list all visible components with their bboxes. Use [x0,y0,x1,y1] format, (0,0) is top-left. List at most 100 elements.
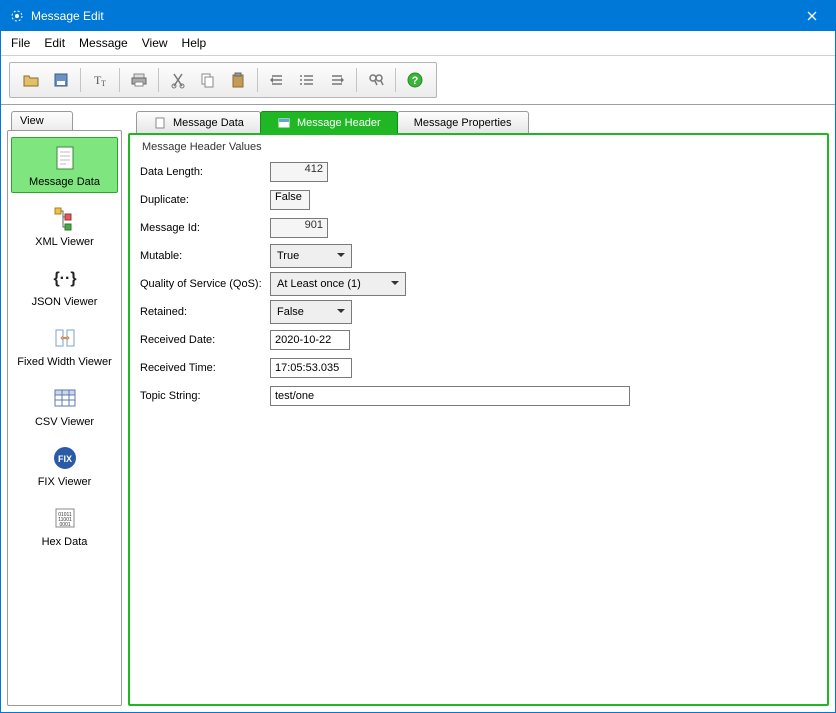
row-mutable: Mutable: True [140,243,817,269]
toolbar: TT ? [1,56,835,105]
save-file-icon[interactable] [46,66,76,94]
titlebar: Message Edit [1,1,835,31]
close-button[interactable] [789,1,835,31]
row-duplicate: Duplicate: False [140,187,817,213]
window-title: Message Edit [31,9,789,23]
label-topic-string: Topic String: [140,390,270,402]
row-data-length: Data Length: 412 [140,159,817,185]
row-qos: Quality of Service (QoS): At Least once … [140,271,817,297]
menubar: File Edit Message View Help [1,31,835,56]
sidebar-item-message-data[interactable]: Message Data [11,137,118,193]
tab-label: Message Data [173,117,244,129]
app-icon [9,8,25,24]
sidebar-item-label: CSV Viewer [35,416,94,428]
row-message-id: Message Id: 901 [140,215,817,241]
group-label: Message Header Values [142,141,817,153]
sidebar-item-label: FIX Viewer [38,476,92,488]
tab-message-data[interactable]: Message Data [136,111,261,133]
fixed-width-icon [49,322,81,354]
sidebar-item-label: JSON Viewer [32,296,98,308]
cut-icon[interactable] [163,66,193,94]
row-topic-string: Topic String: [140,383,817,409]
sidebar-item-label: XML Viewer [35,236,94,248]
help-icon[interactable]: ? [400,66,430,94]
value-data-length: 412 [270,162,328,182]
font-icon[interactable]: TT [85,66,115,94]
open-file-icon[interactable] [16,66,46,94]
menu-help[interactable]: Help [176,35,213,51]
select-mutable[interactable]: True [270,244,352,268]
menu-message[interactable]: Message [73,35,134,51]
find-icon[interactable] [361,66,391,94]
menu-view[interactable]: View [136,35,174,51]
svg-text:{··}: {··} [53,270,76,287]
copy-icon[interactable] [193,66,223,94]
tab-label: Message Header [297,117,381,129]
label-duplicate: Duplicate: [140,194,270,206]
view-tab[interactable]: View [11,111,73,130]
view-body: Message Data XML Viewer {··} JSON Viewer… [7,130,122,706]
input-topic-string[interactable] [270,386,630,406]
sidebar-item-fixed-width-viewer[interactable]: Fixed Width Viewer [11,317,118,373]
label-retained: Retained: [140,306,270,318]
print-icon[interactable] [124,66,154,94]
svg-text:FIX: FIX [57,454,71,464]
select-retained-value: False [277,306,304,318]
list-icon[interactable] [292,66,322,94]
label-qos: Quality of Service (QoS): [140,278,270,290]
xml-tree-icon [49,202,81,234]
label-received-time: Received Time: [140,362,270,374]
toolbar-separator [257,68,258,92]
indent-right-icon[interactable] [322,66,352,94]
svg-text:0001: 0001 [59,522,70,528]
toolbar-separator [158,68,159,92]
toolbar-separator [356,68,357,92]
body: View Message Data XML Viewer {··} JSON V… [1,105,835,712]
svg-text:T: T [101,79,106,88]
sidebar-item-xml-viewer[interactable]: XML Viewer [11,197,118,253]
sidebar-item-fix-viewer[interactable]: FIX FIX Viewer [11,437,118,493]
label-message-id: Message Id: [140,222,270,234]
select-retained[interactable]: False [270,300,352,324]
hex-binary-icon: 01011110010001 [49,502,81,534]
input-received-date[interactable] [270,330,350,350]
sidebar-item-csv-viewer[interactable]: CSV Viewer [11,377,118,433]
sidebar-item-json-viewer[interactable]: {··} JSON Viewer [11,257,118,313]
select-qos[interactable]: At Least once (1) [270,272,406,296]
toolbar-separator [119,68,120,92]
toolbar-inner: TT ? [9,62,437,98]
menu-edit[interactable]: Edit [38,35,71,51]
header-icon [277,116,291,130]
fix-badge-icon: FIX [49,442,81,474]
sidebar-item-hex-data[interactable]: 01011110010001 Hex Data [11,497,118,553]
toolbar-separator [395,68,396,92]
tab-message-properties[interactable]: Message Properties [397,111,529,133]
view-panel: View Message Data XML Viewer {··} JSON V… [7,111,122,706]
row-received-time: Received Time: [140,355,817,381]
tab-strip: Message Data Message Header Message Prop… [128,111,829,133]
value-duplicate: False [270,190,310,210]
tab-label: Message Properties [414,117,512,129]
row-received-date: Received Date: [140,327,817,353]
indent-left-icon[interactable] [262,66,292,94]
label-received-date: Received Date: [140,334,270,346]
svg-text:?: ? [412,75,419,87]
sidebar-item-label: Message Data [29,176,100,188]
select-mutable-value: True [277,250,299,262]
paste-icon[interactable] [223,66,253,94]
tab-message-header[interactable]: Message Header [260,111,398,133]
sidebar-item-label: Hex Data [42,536,88,548]
label-data-length: Data Length: [140,166,270,178]
app-window: Message Edit File Edit Message View Help… [0,0,836,713]
menu-file[interactable]: File [5,35,36,51]
toolbar-separator [80,68,81,92]
sidebar-item-label: Fixed Width Viewer [17,356,112,368]
input-received-time[interactable] [270,358,352,378]
document-icon [153,116,167,130]
row-retained: Retained: False [140,299,817,325]
csv-grid-icon [49,382,81,414]
value-message-id: 901 [270,218,328,238]
main-panel: Message Data Message Header Message Prop… [128,111,829,706]
content-area: Message Header Values Data Length: 412 D… [128,133,829,706]
label-mutable: Mutable: [140,250,270,262]
